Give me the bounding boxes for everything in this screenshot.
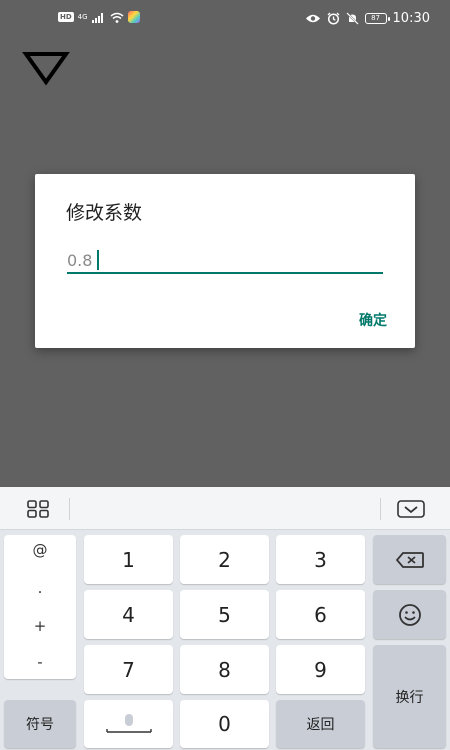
coefficient-input[interactable]	[67, 248, 383, 272]
status-bar: HD 4G 87 10:30	[0, 0, 450, 40]
status-left: HD 4G	[58, 11, 140, 23]
battery-icon: 87	[364, 13, 390, 24]
key-5[interactable]: 5	[180, 590, 269, 639]
soft-keyboard: @ . + - 1 2 3 4 5 6 7 8 9 换行 符号 0 返回	[0, 487, 450, 750]
key-3[interactable]: 3	[276, 535, 365, 584]
mic-icon	[105, 714, 152, 733]
symbol-key-dot[interactable]: .	[4, 579, 76, 597]
hd-badge: HD	[58, 12, 74, 22]
emoji-icon	[398, 603, 421, 626]
symbol-key-plus[interactable]: +	[4, 617, 76, 635]
symbol-key-at[interactable]: @	[4, 541, 76, 559]
triangle-down-icon[interactable]	[22, 50, 70, 88]
confirm-button[interactable]: 确定	[359, 310, 387, 330]
dialog-title: 修改系数	[66, 202, 143, 224]
grid-icon[interactable]	[27, 500, 49, 518]
key-9[interactable]: 9	[276, 645, 365, 694]
enter-key[interactable]: 换行	[373, 645, 446, 748]
symbol-column[interactable]: @ . + -	[4, 535, 76, 679]
coefficient-input-container[interactable]	[67, 248, 383, 274]
eye-icon	[305, 14, 320, 23]
emoji-key[interactable]	[373, 590, 446, 639]
mute-bell-icon	[345, 12, 359, 25]
signal-icon	[91, 12, 103, 23]
alarm-icon	[327, 12, 339, 25]
keyboard-toolbar	[0, 487, 450, 530]
toolbar-divider	[69, 498, 70, 520]
key-7[interactable]: 7	[84, 645, 173, 694]
status-right: 87 10:30	[305, 11, 430, 26]
key-4[interactable]: 4	[84, 590, 173, 639]
key-0[interactable]: 0	[180, 700, 269, 748]
key-1[interactable]: 1	[84, 535, 173, 584]
text-cursor	[97, 250, 99, 270]
key-2[interactable]: 2	[180, 535, 269, 584]
status-time: 10:30	[392, 11, 430, 26]
backspace-icon	[395, 551, 424, 568]
back-key[interactable]: 返回	[276, 700, 365, 748]
edit-coefficient-dialog: 修改系数 确定	[35, 174, 415, 348]
wifi-icon	[110, 12, 124, 23]
key-8[interactable]: 8	[180, 645, 269, 694]
symbols-switch-key[interactable]: 符号	[4, 700, 76, 748]
symbol-key-minus[interactable]: -	[4, 653, 76, 671]
keyboard-hide-icon[interactable]	[397, 500, 425, 518]
app-notification-icon	[127, 11, 140, 23]
toolbar-divider	[380, 498, 381, 520]
backspace-key[interactable]	[373, 535, 446, 584]
space-key[interactable]	[84, 700, 173, 748]
key-6[interactable]: 6	[276, 590, 365, 639]
network-badge: 4G	[77, 13, 88, 21]
